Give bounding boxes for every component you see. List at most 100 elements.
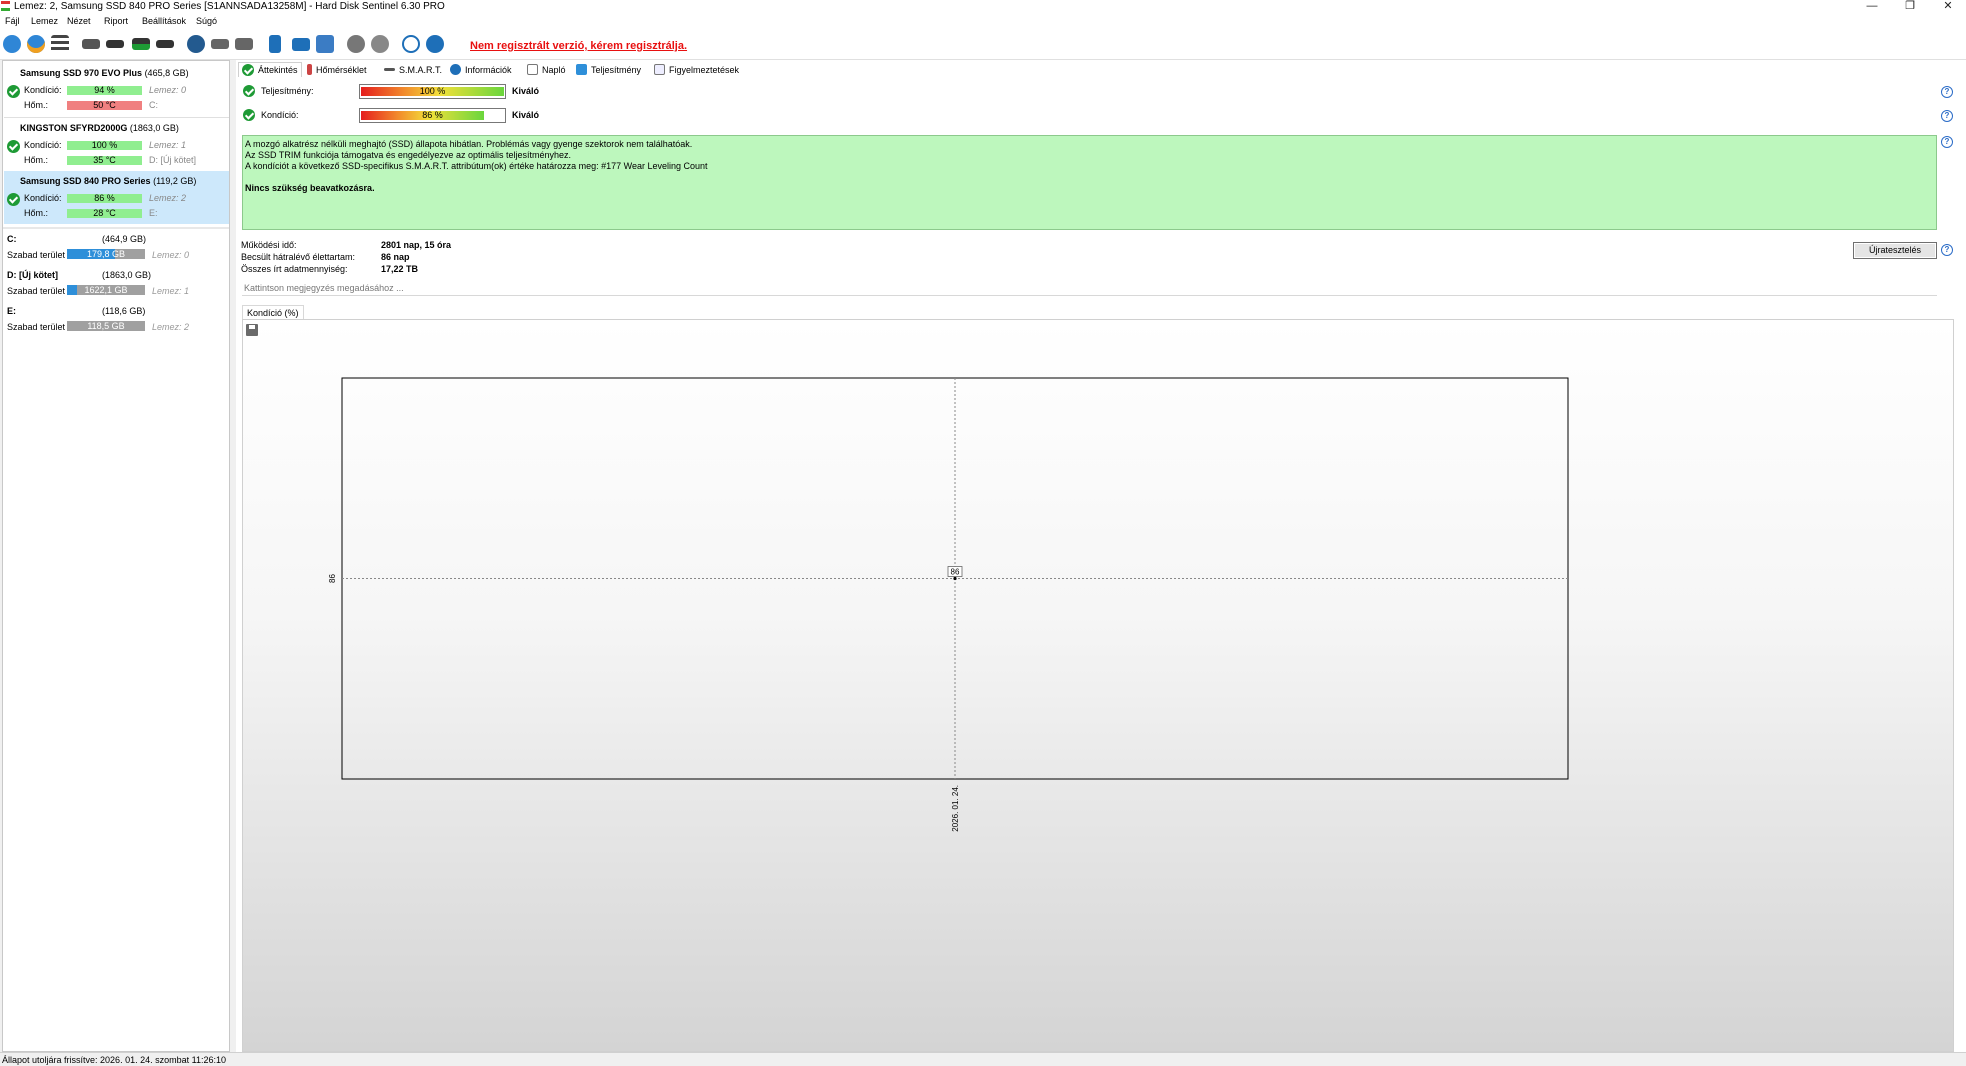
disk-volume: E: (149, 208, 158, 218)
status-ok-icon (7, 85, 20, 98)
volume-name: C: (7, 234, 17, 244)
status-line: A kondíciót a következő SSD-specifikus S… (245, 161, 708, 171)
volume-disk: Lemez: 1 (152, 286, 190, 296)
volume-disk: Lemez: 2 (152, 322, 190, 332)
data-point (953, 576, 957, 581)
performance-rating: Kiváló (512, 86, 540, 96)
menu-file[interactable]: Fájl (5, 16, 20, 26)
info-icon[interactable] (424, 32, 446, 56)
disk-item-0[interactable]: Samsung SSD 970 EVO Plus (465,8 GB) Kond… (4, 63, 229, 116)
options-icon[interactable] (369, 32, 391, 56)
disk-item-2[interactable]: Samsung SSD 840 PRO Series (119,2 GB) Ko… (4, 171, 229, 224)
status-ok-icon (243, 85, 255, 97)
free-space-value: 118,5 GB (87, 321, 125, 331)
temp-label: Hőm.: (24, 100, 49, 110)
free-space-bar: 1622,1 GB (67, 285, 145, 295)
health-rating: Kiváló (512, 110, 540, 120)
disk-size: (119,2 GB) (153, 176, 197, 186)
power-on-value: 2801 nap, 15 óra (381, 240, 452, 250)
print-icon[interactable] (233, 32, 255, 56)
alerts-icon (654, 64, 665, 75)
status-line: A mozgó alkatrész nélküli meghajtó (SSD)… (245, 139, 693, 149)
web-icon[interactable] (314, 32, 336, 56)
health-label: Kondíció: (24, 85, 62, 95)
refresh-all-icon[interactable] (25, 32, 47, 56)
performance-bar: 100 % (359, 84, 506, 99)
toolbar: Nem regisztrált verzió, kérem regisztrál… (0, 29, 1966, 60)
total-written-value: 17,22 TB (381, 264, 419, 274)
close-button[interactable]: ✕ (1928, 0, 1966, 14)
tab-log[interactable]: Napló (527, 62, 566, 77)
disk-index: Lemez: 2 (149, 193, 187, 203)
disk-index: Lemez: 1 (149, 140, 187, 150)
tab-overview[interactable]: Áttekintés (238, 62, 302, 77)
health-bar: 86 % (359, 108, 506, 123)
status-description: A mozgó alkatrész nélküli meghajtó (SSD)… (242, 135, 1937, 230)
health-label: Kondíció: (24, 140, 62, 150)
free-space-bar: 179,8 GB (67, 249, 145, 259)
remaining-life-label: Becsült hátralévő élettartam: (241, 252, 356, 262)
help-icon[interactable] (400, 32, 422, 56)
disk-name: Samsung SSD 840 PRO Series (20, 176, 151, 186)
health-value: 86 % (422, 110, 443, 120)
menu-disk[interactable]: Lemez (31, 16, 58, 26)
disk-eject-icon[interactable] (154, 32, 176, 56)
volume-item-d[interactable]: D: [Új kötet] (1863,0 GB) Szabad terület… (4, 267, 229, 303)
menu-view[interactable]: Nézet (67, 16, 91, 26)
health-label: Kondíció: (24, 193, 62, 203)
minimize-button[interactable]: — (1852, 0, 1892, 14)
tab-alerts[interactable]: Figyelmeztetések (654, 62, 739, 77)
retest-button[interactable]: Újratesztelés (1853, 242, 1937, 259)
chart-icon (576, 64, 587, 75)
free-space-label: Szabad terület (7, 322, 66, 332)
report-icon[interactable] (264, 32, 286, 56)
usb-disk-icon[interactable] (209, 32, 231, 56)
mail-icon[interactable] (290, 32, 312, 56)
menu-help[interactable]: Súgó (196, 16, 217, 26)
data-label: 86 (951, 568, 960, 577)
info-icon (450, 64, 461, 75)
tab-smart[interactable]: S.M.A.R.T. (384, 62, 442, 77)
help-icon[interactable]: ? (1941, 244, 1953, 256)
not-registered-link[interactable]: Nem regisztrált verzió, kérem regisztrál… (470, 40, 687, 52)
volume-item-e[interactable]: E: (118,6 GB) Szabad terület 118,5 GB Le… (4, 303, 229, 339)
chart-tab-health[interactable]: Kondíció (%) (242, 305, 304, 320)
temp-label: Hőm.: (24, 208, 49, 218)
window-title: Lemez: 2, Samsung SSD 840 PRO Series [S1… (14, 1, 445, 12)
power-on-label: Működési idő: (241, 240, 297, 250)
status-ok-icon (7, 140, 20, 153)
title-bar: Lemez: 2, Samsung SSD 840 PRO Series [S1… (0, 0, 1966, 14)
health-chart: 86 86 2026. 01. 24. (242, 319, 1954, 1052)
settings-icon[interactable] (345, 32, 367, 56)
volume-size: (464,9 GB) (102, 234, 147, 244)
note-field[interactable]: Kattintson megjegyzés megadásához ... (242, 281, 1937, 296)
tab-temperature[interactable]: Hőmérséklet (307, 62, 367, 77)
help-icon[interactable]: ? (1941, 136, 1953, 148)
performance-value: 100 % (419, 86, 446, 96)
tab-performance[interactable]: Teljesítmény (576, 62, 641, 77)
volume-size: (1863,0 GB) (102, 270, 152, 280)
volume-item-c[interactable]: C: (464,9 GB) Szabad terület 179,8 GB Le… (4, 231, 229, 267)
smart-icon (384, 68, 395, 71)
free-space-label: Szabad terület (7, 286, 66, 296)
disk-name: Samsung SSD 970 EVO Plus (20, 68, 143, 78)
refresh-icon[interactable] (1, 32, 23, 56)
menu-report[interactable]: Riport (104, 16, 128, 26)
help-icon[interactable]: ? (1941, 110, 1953, 122)
disk-item-1[interactable]: KINGSTON SFYRD2000G (1863,0 GB) Kondíció… (4, 117, 229, 170)
tab-information[interactable]: Információk (450, 62, 512, 77)
disk-ok-icon[interactable] (130, 32, 152, 56)
thermometer-icon (307, 64, 312, 75)
health-bar: 100 % (67, 141, 142, 150)
disk-size: (465,8 GB) (144, 68, 189, 78)
disk-list-icon[interactable] (49, 32, 71, 56)
maximize-button[interactable]: ❐ (1890, 0, 1930, 14)
temp-label: Hőm.: (24, 155, 49, 165)
total-written-label: Összes írt adatmennyiség: (241, 264, 348, 274)
help-icon[interactable]: ? (1941, 86, 1953, 98)
disk-remove-icon[interactable] (104, 32, 126, 56)
menu-settings[interactable]: Beállítások (142, 16, 186, 26)
disk-tool-icon[interactable] (80, 32, 102, 56)
network-disk-icon[interactable] (185, 32, 207, 56)
disk-index: Lemez: 0 (149, 85, 187, 95)
